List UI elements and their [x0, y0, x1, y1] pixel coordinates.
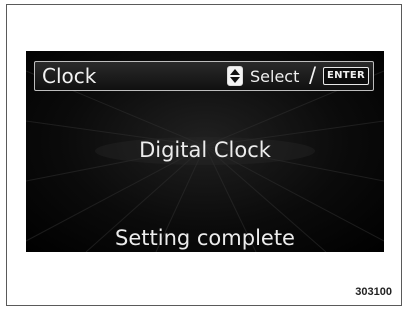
- separator-slash: /: [309, 63, 317, 87]
- up-down-arrows-icon[interactable]: [227, 66, 243, 86]
- screen-title: Clock: [42, 64, 97, 88]
- display-screen: Clock Select / ENTER Digital Clock Setti…: [26, 51, 384, 252]
- figure-frame: Clock Select / ENTER Digital Clock Setti…: [6, 4, 402, 306]
- clock-type-option[interactable]: Digital Clock: [26, 138, 384, 162]
- select-label: Select: [250, 67, 300, 86]
- header-bar: Clock Select / ENTER: [34, 61, 374, 91]
- status-message: Setting complete: [115, 226, 295, 250]
- figure-number: 303100: [355, 286, 392, 298]
- enter-button[interactable]: ENTER: [323, 67, 369, 85]
